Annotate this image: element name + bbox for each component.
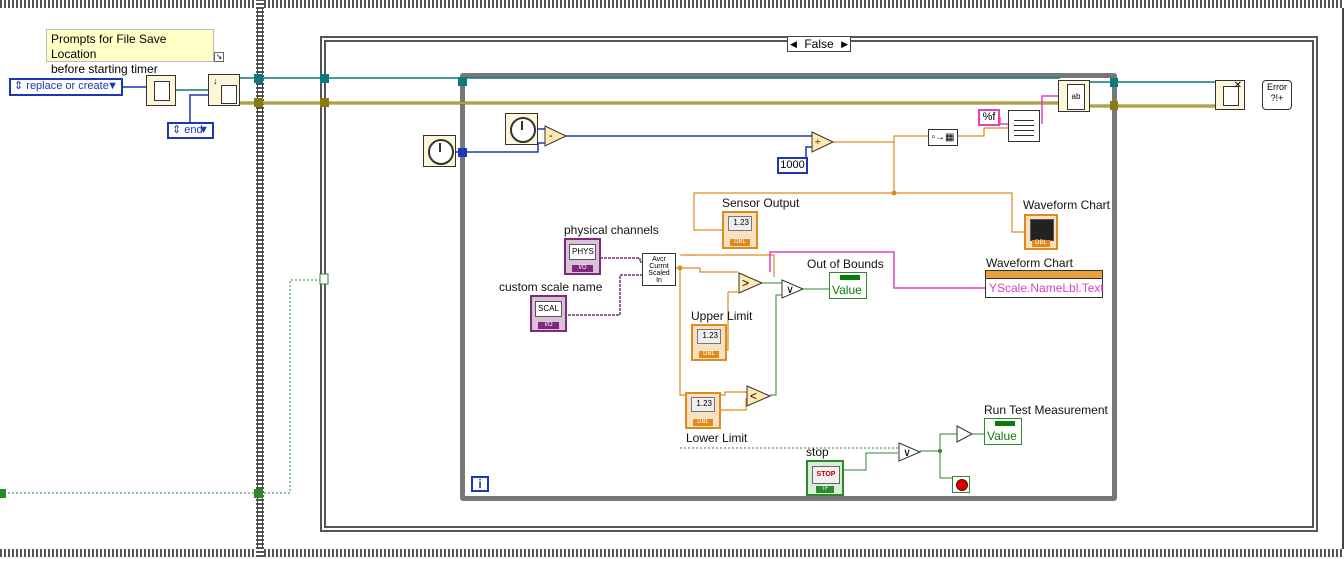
open-mode-ring[interactable]: ⇕ replace or create ▼ — [9, 78, 123, 96]
run-test-measurement-indicator[interactable]: Value — [984, 418, 1022, 445]
property-node-header — [986, 271, 1102, 279]
out-of-bounds-indicator[interactable]: Value — [829, 272, 867, 299]
build-array-node[interactable]: ▫→▦ — [928, 129, 958, 146]
not-node[interactable] — [956, 425, 974, 443]
less-than-node[interactable]: < — [746, 385, 772, 407]
io-tag: I/O — [572, 265, 593, 272]
simple-error-handler-node[interactable]: Error ?!+ — [1262, 80, 1292, 110]
dbl-tag: DBL — [693, 419, 713, 426]
write-file-icon: ab — [1067, 84, 1085, 110]
svg-text:∨: ∨ — [786, 284, 794, 296]
daq-line-1: Avcr — [652, 256, 666, 263]
run-test-measurement-label: Run Test Measurement — [984, 403, 1108, 417]
tick-count-outer[interactable] — [423, 135, 456, 167]
file-position-icon — [221, 85, 237, 104]
error-label: Error — [1267, 82, 1287, 92]
arrow-down-icon: ↓ — [213, 76, 218, 86]
sensor-output-indicator[interactable]: 1.23 DBL — [722, 211, 758, 249]
svg-text:<: < — [750, 389, 757, 403]
dbl-tag: DBL — [730, 239, 750, 246]
dbl-tag: DBL — [699, 351, 719, 358]
clock-hands-icon — [439, 143, 441, 152]
custom-scale-name-control[interactable]: SCAL I/O — [530, 295, 567, 332]
greater-than-node[interactable]: > — [738, 272, 764, 294]
svg-text:÷: ÷ — [815, 137, 821, 148]
loop-condition-terminal[interactable] — [952, 476, 970, 493]
file-icon — [154, 81, 170, 101]
io-tag: I/O — [538, 322, 559, 329]
dropdown-arrow-icon: ▼ — [107, 80, 118, 92]
open-file-node[interactable] — [146, 75, 176, 106]
out-of-bounds-label: Out of Bounds — [807, 257, 884, 271]
comment-line-2: before starting timer — [51, 62, 158, 76]
daq-line-4: In — [656, 277, 662, 284]
waveform-chart-label: Waveform Chart — [1023, 198, 1110, 212]
physical-channels-control[interactable]: PHYS I/O — [564, 238, 601, 275]
value-label: Value — [987, 429, 1017, 443]
open-mode-label: replace or create — [26, 80, 109, 92]
svg-text:∨: ∨ — [903, 447, 911, 459]
spreadsheet-icon — [1014, 116, 1034, 136]
lower-limit-label: Lower Limit — [686, 431, 748, 445]
ring-increment-icon: ⇕ — [172, 124, 182, 136]
led-icon — [995, 421, 1015, 426]
tick-count-inner[interactable] — [505, 113, 538, 145]
stop-button-face: STOP — [812, 466, 840, 484]
scal-display: SCAL — [535, 301, 562, 317]
or-node-bounds[interactable]: ∨ — [781, 279, 805, 299]
led-icon — [840, 275, 860, 280]
clock-icon — [510, 117, 536, 143]
dropdown-arrow-icon: ▼ — [198, 124, 209, 136]
stop-label: stop — [806, 445, 829, 459]
numeric-display: 1.23 — [697, 329, 721, 344]
lower-limit-control[interactable]: 1.23 DBL — [685, 392, 721, 429]
upper-limit-control[interactable]: 1.23 DBL — [691, 324, 727, 361]
position-ring[interactable]: ⇕ end ▼ — [167, 122, 214, 139]
stop-button-control[interactable]: STOP TF — [806, 460, 844, 496]
comment-resize-icon[interactable]: ↘ — [214, 52, 224, 62]
svg-text:-: - — [549, 130, 553, 142]
sensor-output-label: Sensor Output — [722, 196, 800, 210]
comment-line-1: Prompts for File Save Location — [51, 32, 167, 61]
daq-read-vi[interactable]: Avcr Currnt Scaled In — [642, 253, 676, 286]
close-file-node[interactable]: ✕ — [1215, 80, 1245, 110]
numeric-display: 1.23 — [728, 216, 752, 231]
constant-1000[interactable]: 1000 — [777, 157, 808, 174]
chart-icon — [1030, 219, 1054, 241]
error-icon: ?!+ — [1270, 93, 1284, 103]
or-node-stop[interactable]: ∨ — [898, 442, 922, 462]
ring-increment-icon: ⇕ — [14, 80, 24, 92]
subtract-node[interactable]: - — [544, 125, 568, 147]
tf-tag: TF — [816, 486, 834, 493]
build-array-icon: ▫→▦ — [931, 132, 955, 143]
dbl-tag: DBL — [1032, 240, 1050, 247]
divide-node[interactable]: ÷ — [811, 131, 835, 153]
custom-scale-name-label: custom scale name — [499, 280, 603, 294]
stop-sign-icon — [956, 479, 968, 491]
property-node[interactable]: YScale.NameLbl.Text — [985, 270, 1104, 298]
daq-line-2: Currnt — [649, 263, 669, 270]
set-file-position-node[interactable]: ↓ — [208, 74, 240, 106]
numeric-display: 1.23 — [691, 397, 715, 412]
physical-channels-label: physical channels — [564, 223, 659, 237]
clock-hands-icon — [521, 121, 523, 130]
write-text-file-node[interactable]: ab — [1058, 80, 1090, 112]
close-x-icon: ✕ — [1233, 80, 1242, 91]
upper-limit-label: Upper Limit — [691, 309, 753, 323]
phys-display: PHYS — [569, 244, 596, 260]
value-label: Value — [832, 283, 862, 297]
array-to-spreadsheet-node[interactable] — [1008, 110, 1040, 142]
svg-text:>: > — [742, 276, 749, 290]
format-string-constant[interactable]: %f — [978, 109, 1000, 126]
waveform-chart-terminal[interactable]: DBL — [1024, 214, 1058, 250]
daq-line-3: Scaled — [648, 270, 670, 277]
clock-icon — [428, 139, 454, 165]
comment-note: Prompts for File Save Location before st… — [46, 29, 214, 76]
property-node-label: Waveform Chart — [986, 256, 1073, 270]
property-yscale-label: YScale.NameLbl.Text — [989, 281, 1104, 295]
